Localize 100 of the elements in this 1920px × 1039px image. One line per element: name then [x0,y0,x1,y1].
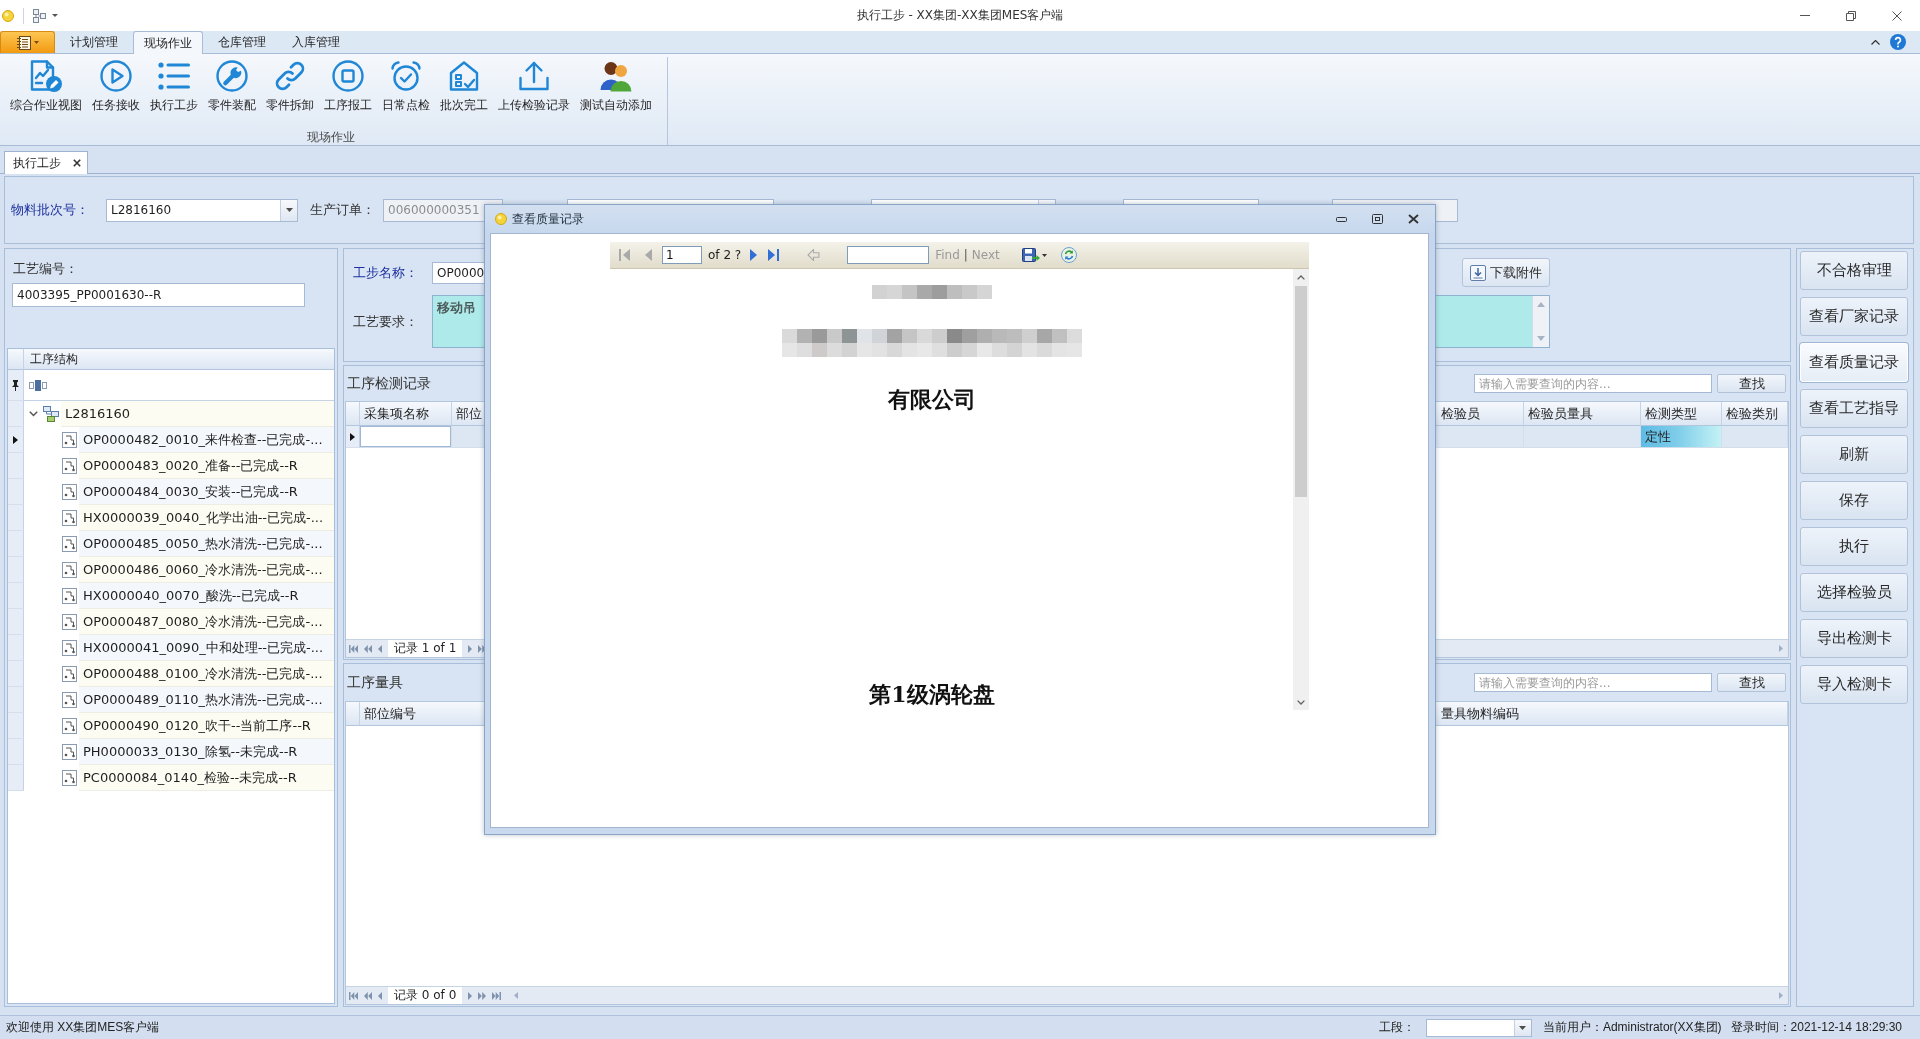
ribbon-button[interactable]: 批次完工 [435,60,493,114]
ribbon-button[interactable]: 上传检验记录 [493,60,575,114]
help-icon[interactable] [1890,34,1906,50]
action-button[interactable]: 执行 [1800,527,1908,566]
download-button[interactable]: 下载附件 [1462,258,1550,287]
action-button[interactable]: 导入检测卡 [1800,665,1908,704]
last-page-icon[interactable] [768,249,780,261]
ribbon-button[interactable]: 零件装配 [203,60,261,114]
pin-icon [12,379,19,391]
app-icon[interactable] [2,9,14,22]
scroll-up-icon[interactable] [1297,275,1305,280]
next-record-icon[interactable] [468,991,473,1000]
ribbon-tab[interactable]: 入库管理 [281,31,351,53]
page-number-field[interactable]: 1 [662,246,702,264]
combo-box[interactable] [1425,1018,1532,1037]
caret-icon [52,14,58,17]
link-icon [274,60,306,92]
next-page-icon[interactable] [750,249,758,261]
ribbon-button[interactable]: 测试自动添加 [575,60,657,114]
minimize-icon [1336,216,1347,222]
ribbon-button[interactable]: 任务接收 [87,60,145,114]
action-button[interactable]: 查看质量记录 [1800,343,1908,382]
ribbon-button[interactable]: 工序报工 [319,60,377,114]
previous-record-icon[interactable] [378,991,382,1000]
tree-node[interactable]: HX0000041_0090_中和处理--已完成-... [79,635,334,661]
app-menu-button[interactable] [0,31,55,53]
action-button[interactable]: 保存 [1800,481,1908,520]
action-button[interactable]: 查看工艺指导 [1800,389,1908,428]
collapse-icon[interactable] [1871,39,1880,45]
column-header: 采集项名称 [360,402,452,426]
column-header: 量具物料编码 [1437,702,1788,726]
action-button[interactable]: 不合格审理 [1800,251,1908,290]
vertical-scrollbar[interactable] [1293,269,1309,710]
tree-node[interactable]: PC0000084_0140_检验--未完成--R [79,765,334,791]
tree-node[interactable]: HX0000040_0070_酸洗--已完成--R [79,583,334,609]
first-record-icon[interactable] [349,991,358,1000]
search-button[interactable]: 查找 [1717,673,1786,692]
field-label: 工步名称： [353,263,419,282]
tree-node[interactable]: OP0000487_0080_冷水清洗--已完成-... [79,609,334,635]
tree-node[interactable]: OP0000483_0020_准备--已完成--R [79,453,334,479]
refresh-icon[interactable] [1060,247,1077,263]
tree-node[interactable]: OP0000489_0110_热水清洗--已完成-... [79,687,334,713]
ribbon-button[interactable]: 日常点检 [377,60,435,114]
next-page-icon[interactable] [478,991,487,1000]
previous-page-icon[interactable] [364,991,372,1000]
first-record-icon[interactable] [349,644,358,653]
ribbon-button[interactable]: 综合作业视图 [5,60,87,114]
ribbon-tab[interactable]: 仓库管理 [207,31,277,53]
document-tab[interactable]: 执行工步 [4,151,88,174]
action-button[interactable]: 导出检测卡 [1800,619,1908,658]
tree-node[interactable]: HX0000039_0040_化学出油--已完成-... [79,505,334,531]
ribbon-group-label: 现场作业 [306,130,356,145]
action-button[interactable]: 查看厂家记录 [1800,297,1908,336]
download-icon [1470,264,1486,281]
last-record-icon[interactable] [492,991,502,1000]
close-icon [1408,214,1419,224]
scroll-left-icon[interactable] [514,992,519,999]
search-field[interactable]: 请输入需要查询的内容... [1474,374,1712,393]
process-step-icon [62,458,77,474]
scroll-down-icon[interactable] [1297,700,1305,705]
tree-node[interactable]: OP0000490_0120_吹干--当前工序--R [79,713,334,739]
caret-icon [1041,253,1047,257]
action-button[interactable]: 选择检验员 [1800,573,1908,612]
text-field[interactable]: 4003395_PP0001630--R [12,283,305,307]
tree-node[interactable]: OP0000486_0060_冷水清洗--已完成-... [79,557,334,583]
previous-record-icon[interactable] [378,644,382,653]
focus-arrow-icon [350,432,355,441]
tree-node[interactable]: PH0000033_0130_除氢--未完成--R [79,739,334,765]
next-record-icon[interactable] [468,644,473,653]
tree-node[interactable]: L2816160 [61,401,334,427]
tree-node[interactable]: OP0000484_0030_安装--已完成--R [79,479,334,505]
action-button[interactable]: 刷新 [1800,435,1908,474]
ribbon-button[interactable]: 零件拆卸 [261,60,319,114]
scroll-right-icon[interactable] [1779,992,1783,999]
quick-access-button[interactable] [33,6,58,25]
tree-node[interactable]: OP0000482_0010_来件检查--已完成-... [79,427,334,453]
login-time-text: 登录时间：2021-12-14 18:29:30 [1730,1019,1902,1036]
save-button[interactable] [1021,248,1047,262]
tree-node[interactable]: OP0000485_0050_热水清洗--已完成-... [79,531,334,557]
restore-icon [1846,10,1856,21]
ribbon-tab[interactable]: 计划管理 [59,31,129,53]
search-button[interactable]: 查找 [1717,374,1786,393]
chevron-down-icon[interactable] [29,411,38,417]
combo-box[interactable]: L2816160 [106,198,298,222]
scroll-right-icon[interactable] [1779,645,1783,652]
process-step-icon [62,588,77,604]
previous-page-icon[interactable] [364,644,372,653]
ribbon-button[interactable]: 执行工步 [145,60,203,114]
people-icon [600,60,632,92]
close-icon[interactable] [73,159,81,167]
tree-node[interactable]: OP0000488_0100_冷水清洗--已完成-... [79,661,334,687]
dropdown-arrow-icon [1519,1025,1527,1030]
search-field[interactable]: 请输入需要查询的内容... [1474,673,1712,692]
chart-document-icon [30,60,62,92]
find-field[interactable] [847,246,930,264]
scrollbar-thumb[interactable] [1295,286,1307,497]
process-step-icon [62,692,77,708]
ribbon-tab[interactable]: 现场作业 [133,31,203,54]
dialog-title: 查看质量记录 [512,210,584,228]
process-step-icon [62,510,77,526]
